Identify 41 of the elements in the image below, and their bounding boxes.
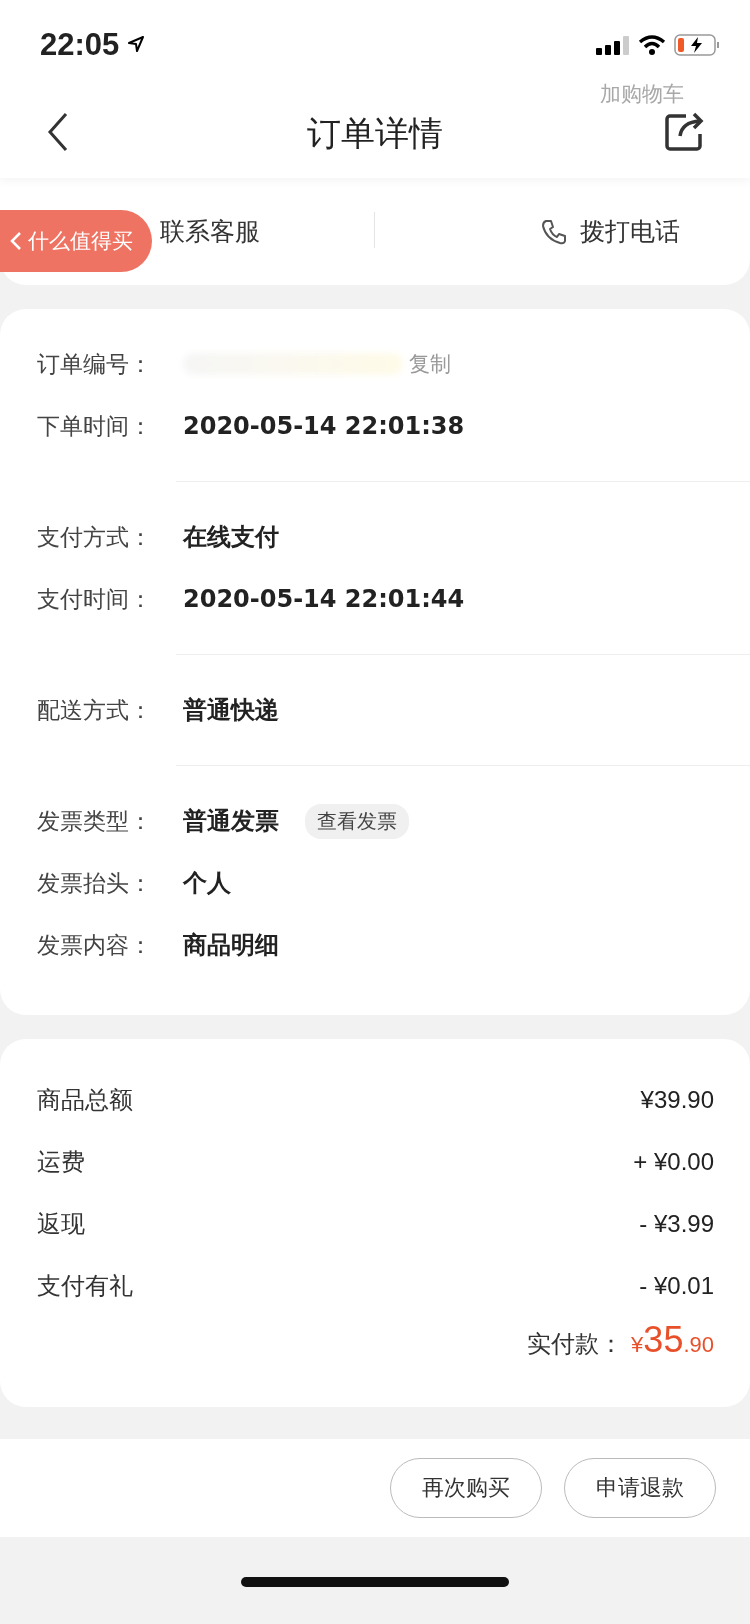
price-label: 运费: [37, 1147, 85, 1178]
battery-icon: [674, 34, 720, 56]
total-label: 实付款：: [527, 1329, 624, 1360]
field-value: 个人: [183, 868, 231, 899]
page-title: 订单详情: [307, 112, 443, 155]
order-action-button[interactable]: 再次购买: [390, 1458, 542, 1518]
field-value: 普通发票: [183, 806, 279, 837]
field-label: 发票类型：: [37, 806, 153, 836]
field-value: 2020-05-14 22:01:44: [183, 585, 465, 613]
field-value: 2020-05-14 22:01:38: [183, 412, 465, 440]
add-to-cart-label: 加购物车: [600, 81, 684, 108]
field-label: 配送方式：: [37, 695, 153, 725]
share-icon[interactable]: [664, 110, 706, 152]
signal-icon: [596, 35, 630, 55]
contact-button[interactable]: 拨打电话: [540, 215, 680, 248]
field-label: 支付方式：: [37, 522, 153, 552]
view-invoice-button[interactable]: 查看发票: [305, 803, 409, 839]
contact-button[interactable]: 联系客服: [160, 215, 260, 248]
price-label: 支付有礼: [37, 1271, 133, 1302]
field-label: 支付时间：: [37, 584, 153, 614]
field-label: 订单编号：: [37, 349, 153, 379]
field-label: 发票抬头：: [37, 868, 153, 898]
phone-icon: [540, 217, 568, 246]
location-arrow-icon: [127, 35, 146, 53]
field-value: 商品明细: [183, 930, 279, 961]
total-amount: ¥35.90: [631, 1319, 714, 1361]
price-label: 商品总额: [37, 1085, 133, 1116]
price-value: ¥39.90: [640, 1086, 714, 1114]
field-label: 下单时间：: [37, 411, 153, 441]
field-value: 在线支付: [183, 522, 279, 553]
price-value: - ¥0.01: [639, 1272, 714, 1300]
status-time: 22:05: [40, 27, 120, 63]
chevron-left-icon: [10, 231, 22, 251]
field-label: 发票内容：: [37, 930, 153, 960]
back-icon[interactable]: [46, 112, 70, 152]
price-label: 返现: [37, 1209, 85, 1240]
field-value: 普通快递: [183, 695, 279, 726]
price-value: - ¥3.99: [639, 1210, 714, 1238]
price-value: + ¥0.00: [633, 1148, 714, 1176]
wifi-icon: [638, 35, 666, 55]
order-action-button[interactable]: 申请退款: [564, 1458, 716, 1518]
